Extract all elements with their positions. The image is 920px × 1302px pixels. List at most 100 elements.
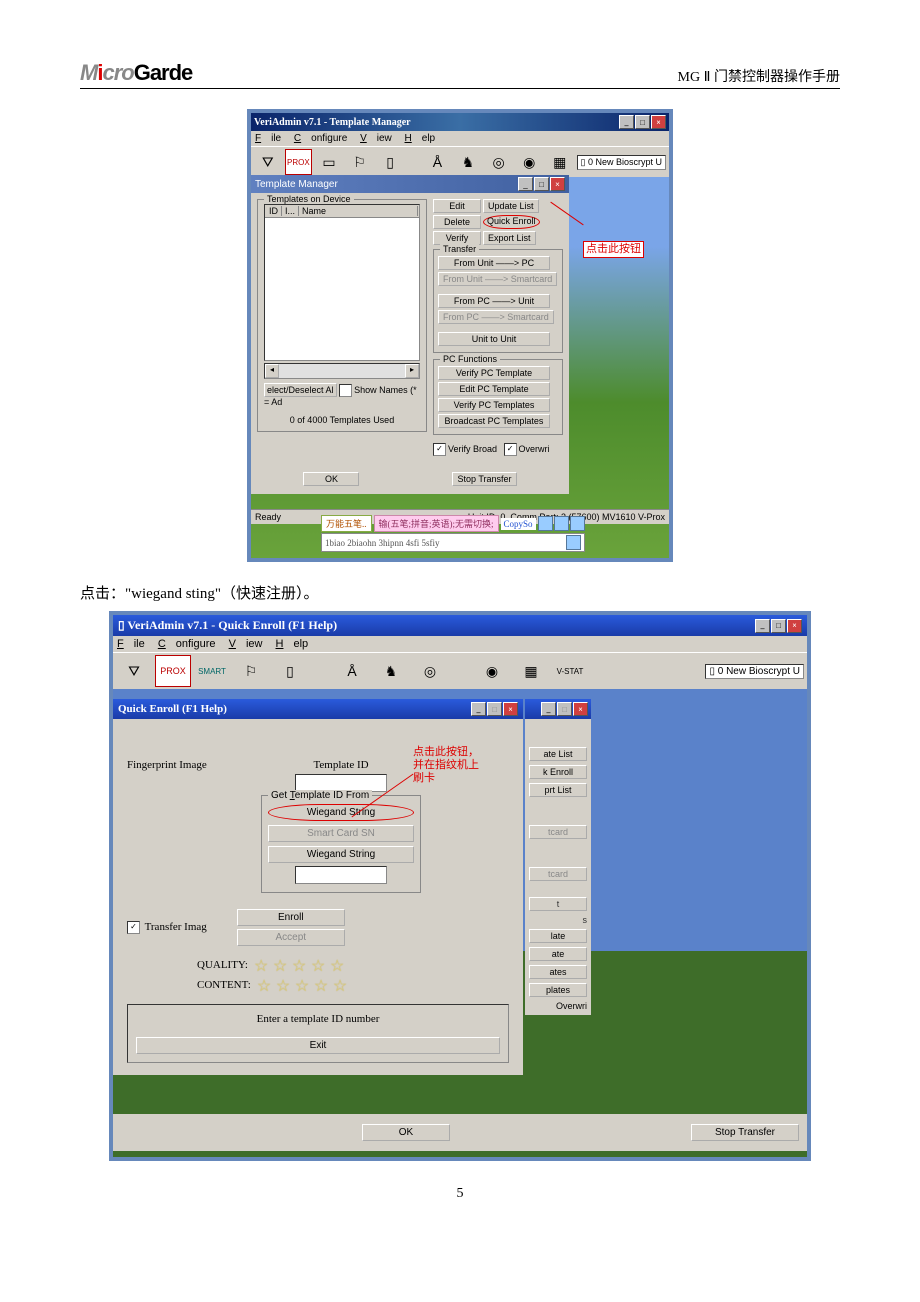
prox-icon[interactable]: PROX	[285, 149, 313, 175]
ime-candidates[interactable]: 1biao 2biaohn 3hipnn 4sfi 5sfiy	[325, 538, 440, 548]
tool-icon-a[interactable]: Å	[334, 655, 370, 687]
menu-file[interactable]: File	[255, 133, 281, 144]
tool-icon-c[interactable]: ◎	[412, 655, 448, 687]
scroll-right-icon[interactable]: ▸	[405, 364, 419, 378]
tool-icon-b[interactable]: ♞	[454, 149, 482, 175]
fingerprint-icon[interactable]: ⛛	[116, 655, 152, 687]
ime-icon[interactable]	[554, 516, 569, 531]
minimize-icon[interactable]: _	[518, 177, 533, 191]
maximize-icon[interactable]: □	[635, 115, 650, 129]
overwrite-checkbox[interactable]: ✓	[504, 443, 517, 456]
tool-icon-c[interactable]: ◎	[485, 149, 513, 175]
tool-icon-a[interactable]: Å	[424, 149, 452, 175]
stop-transfer-button[interactable]: Stop Transfer	[691, 1124, 799, 1141]
edit-pc-template-button[interactable]: Edit PC Template	[438, 382, 550, 396]
wiegand-string-button[interactable]: Wiegand String	[268, 804, 414, 821]
ok-button[interactable]: OK	[362, 1124, 450, 1141]
minimize-icon[interactable]: _	[619, 115, 634, 129]
tool-icon-d[interactable]: ◉	[474, 655, 510, 687]
col-i[interactable]: I...	[282, 206, 299, 216]
close-icon[interactable]: ×	[550, 177, 565, 191]
maximize-icon[interactable]: □	[534, 177, 549, 191]
enroll-button[interactable]: Enroll	[237, 909, 345, 926]
menu-file[interactable]: File	[117, 638, 145, 650]
ime-name[interactable]: 万能五笔..	[321, 515, 372, 532]
wiegand-string-button-2[interactable]: Wiegand String	[268, 846, 414, 863]
close-icon[interactable]: ×	[787, 619, 802, 633]
edit-button[interactable]: Edit	[433, 199, 481, 213]
banner-icon[interactable]: ⚐	[233, 655, 269, 687]
quick-enroll-button[interactable]: Quick Enroll	[483, 215, 540, 229]
export-list-button[interactable]: prt List	[529, 783, 587, 797]
maximize-icon[interactable]: □	[771, 619, 786, 633]
scroll-left-icon[interactable]: ◂	[265, 364, 279, 378]
quick-enroll-button[interactable]: k Enroll	[529, 765, 587, 779]
template-button[interactable]: late	[529, 929, 587, 943]
smartcard-icon[interactable]: ▭	[315, 149, 343, 175]
from-pc-unit-button[interactable]: From PC ——> Unit	[438, 294, 550, 308]
ime-icon[interactable]	[538, 516, 553, 531]
window-controls[interactable]: _□×	[755, 619, 802, 633]
toolbar-status: ▯ 0 New Bioscrypt U	[705, 664, 804, 679]
tool-icon-d[interactable]: ◉	[515, 149, 543, 175]
ime-icons[interactable]	[538, 516, 585, 531]
window-controls[interactable]: _□×	[619, 115, 666, 129]
minimize-icon[interactable]: _	[755, 619, 770, 633]
show-names-checkbox[interactable]	[339, 384, 352, 397]
tm-window-controls[interactable]: _□×	[518, 177, 565, 191]
menu-configure[interactable]: Configure	[158, 638, 216, 650]
export-list-button[interactable]: Export List	[483, 231, 536, 245]
close-icon[interactable]: ×	[503, 702, 518, 716]
ime-copyso[interactable]: CopySo	[501, 518, 536, 530]
select-deselect-all-button[interactable]: elect/Deselect Al	[264, 383, 337, 397]
unit-to-unit-button[interactable]: Unit to Unit	[438, 332, 550, 346]
tool-icon-e[interactable]: ▦	[513, 655, 549, 687]
prox-icon[interactable]: PROX	[155, 655, 191, 687]
qe-window-controls[interactable]: _□×	[471, 702, 518, 716]
scrollbar-horizontal[interactable]: ◂▸	[264, 363, 420, 379]
tool-icon-e[interactable]: ▦	[546, 149, 574, 175]
ime-icon[interactable]	[566, 535, 581, 550]
minimize-icon[interactable]: _	[541, 702, 556, 716]
broadcast-button[interactable]: Broadcast PC Templates	[438, 414, 550, 428]
menubar[interactable]: File Configure View Help	[251, 131, 669, 146]
unit-button[interactable]: t	[529, 897, 587, 911]
device-icon[interactable]: ▯	[376, 149, 404, 175]
exit-button[interactable]: Exit	[136, 1037, 500, 1054]
delete-button[interactable]: Delete	[433, 215, 481, 229]
col-id[interactable]: ID	[266, 206, 282, 216]
device-icon[interactable]: ▯	[272, 655, 308, 687]
minimize-icon[interactable]: _	[471, 702, 486, 716]
update-list-button[interactable]: ate List	[529, 747, 587, 761]
update-list-button[interactable]: Update List	[483, 199, 539, 213]
menu-help[interactable]: Help	[405, 133, 436, 144]
stop-transfer-button[interactable]: Stop Transfer	[452, 472, 516, 486]
col-name[interactable]: Name	[299, 206, 418, 216]
ok-button[interactable]: OK	[303, 472, 359, 486]
templates-button[interactable]: ates	[529, 965, 587, 979]
template-listbox[interactable]: ID I... Name	[264, 204, 420, 361]
broadcast-templates-button[interactable]: plates	[529, 983, 587, 997]
template-button-2[interactable]: ate	[529, 947, 587, 961]
menubar[interactable]: File Configure View Help	[113, 636, 807, 652]
menu-view[interactable]: View	[360, 133, 392, 144]
verify-pc-templates-button[interactable]: Verify PC Templates	[438, 398, 550, 412]
menu-configure[interactable]: Configure	[294, 133, 347, 144]
banner-icon[interactable]: ⚐	[346, 149, 374, 175]
smartcard-icon[interactable]: SMART	[194, 655, 230, 687]
transfer-image-checkbox[interactable]: ✓	[127, 921, 140, 934]
menu-view[interactable]: View	[229, 638, 263, 650]
from-unit-pc-button[interactable]: From Unit ——> PC	[438, 256, 550, 270]
tool-icon-vstat[interactable]: V-STAT	[552, 655, 588, 687]
wiegand-output[interactable]	[295, 866, 387, 884]
fingerprint-icon[interactable]: ⛛	[254, 149, 282, 175]
tool-icon-b[interactable]: ♞	[373, 655, 409, 687]
menu-help[interactable]: Help	[276, 638, 309, 650]
close-icon[interactable]: ×	[651, 115, 666, 129]
close-icon[interactable]: ×	[573, 702, 588, 716]
obscured-window-controls[interactable]: _□×	[541, 702, 588, 716]
verify-button[interactable]: Verify	[433, 231, 481, 245]
ime-icon[interactable]	[570, 516, 585, 531]
verify-pc-template-button[interactable]: Verify PC Template	[438, 366, 550, 380]
verify-broad-checkbox[interactable]: ✓	[433, 443, 446, 456]
